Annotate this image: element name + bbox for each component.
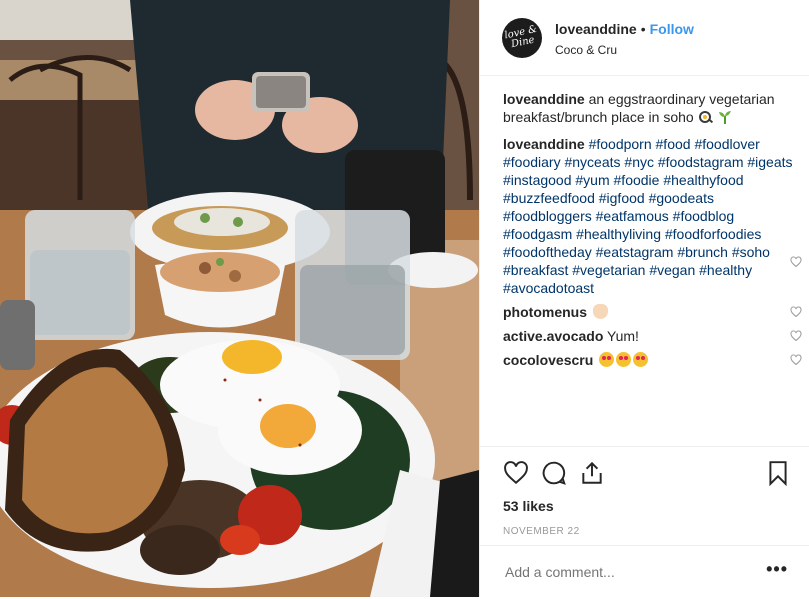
- more-options-button[interactable]: •••: [766, 559, 788, 580]
- user-row: loveanddine • Follow: [555, 20, 694, 38]
- comment-username[interactable]: cocolovescru: [503, 352, 593, 368]
- username[interactable]: loveanddine: [555, 21, 637, 37]
- post-date: NOVEMBER 22: [503, 526, 580, 537]
- brunch-photo-illustration: [0, 0, 479, 597]
- hashtag-comment: loveanddine #foodporn #food #foodlover #…: [503, 135, 802, 297]
- ok-hand-icon: [592, 304, 608, 319]
- separator-dot: •: [640, 21, 646, 37]
- post-header: love & Dine loveanddine • Follow Coco & Cr…: [480, 0, 809, 76]
- likes-count[interactable]: 53 likes: [503, 498, 554, 514]
- add-comment-input[interactable]: [503, 563, 757, 581]
- seedling-icon: [719, 111, 732, 124]
- share-upload-icon[interactable]: [579, 460, 605, 486]
- comment-bubble-icon[interactable]: [541, 460, 567, 486]
- comment-like-heart-icon[interactable]: [790, 256, 802, 268]
- comment-like-heart-icon[interactable]: [790, 306, 802, 318]
- comment-username[interactable]: loveanddine: [503, 136, 585, 152]
- post-sidebar: love & Dine loveanddine • Follow Coco & Cr…: [479, 0, 809, 597]
- comments-list: loveanddine an eggstraordinary vegetaria…: [503, 90, 802, 375]
- comment-like-heart-icon[interactable]: [790, 354, 802, 366]
- bookmark-icon[interactable]: [765, 460, 791, 486]
- hashtags[interactable]: #foodporn #food #foodlover #foodiary #ny…: [503, 136, 793, 296]
- post-actions: 53 likes NOVEMBER 22 •••: [480, 446, 809, 598]
- post-photo[interactable]: [0, 0, 479, 597]
- heart-eyes-icon: [599, 352, 615, 367]
- avatar-logo-text: love & Dine: [503, 23, 539, 51]
- frying-pan-egg-icon: [698, 111, 713, 124]
- like-heart-icon[interactable]: [503, 460, 529, 486]
- avatar[interactable]: love & Dine: [502, 18, 542, 58]
- location-link[interactable]: Coco & Cru: [555, 43, 617, 57]
- instagram-post: love & Dine loveanddine • Follow Coco & Cr…: [0, 0, 809, 597]
- comment-row: photomenus: [503, 303, 802, 321]
- heart-eyes-icon: [616, 352, 632, 367]
- caption: loveanddine an eggstraordinary vegetaria…: [503, 90, 795, 126]
- comment-row: cocolovescru: [503, 351, 802, 369]
- heart-eyes-icon: [633, 352, 649, 367]
- comment-like-heart-icon[interactable]: [790, 330, 802, 342]
- comment-username[interactable]: active.avocado: [503, 328, 603, 344]
- comment-row: active.avocado Yum!: [503, 327, 802, 345]
- caption-username[interactable]: loveanddine: [503, 91, 585, 107]
- comment-text: Yum!: [607, 328, 639, 344]
- follow-button[interactable]: Follow: [650, 21, 694, 37]
- comment-username[interactable]: photomenus: [503, 304, 587, 320]
- add-comment-bar: •••: [480, 545, 809, 599]
